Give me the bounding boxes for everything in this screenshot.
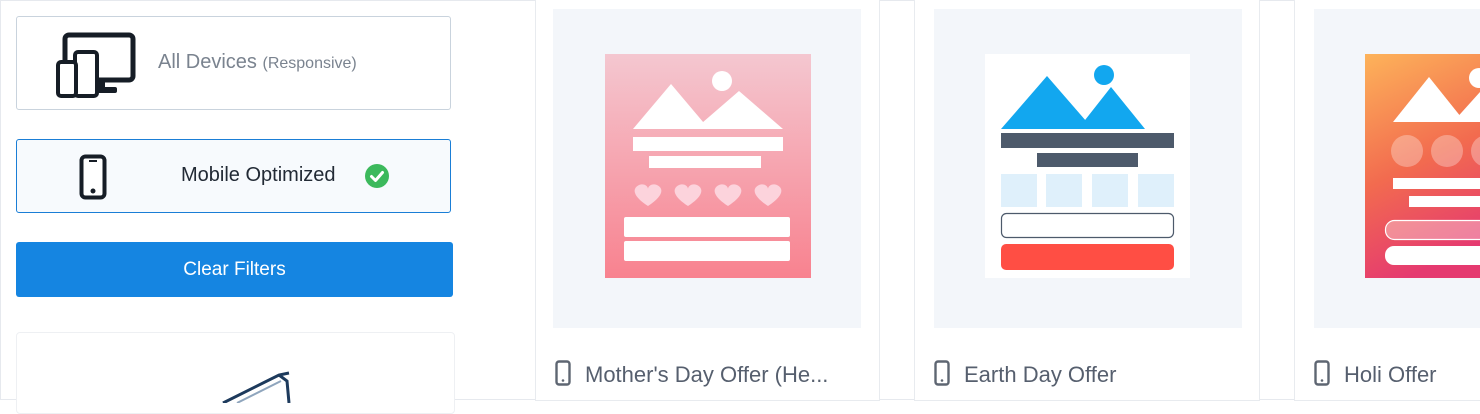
- mobile-phone-icon: [79, 154, 107, 200]
- filter-label: Mobile Optimized: [181, 164, 336, 187]
- filter-all-devices[interactable]: All Devices (Responsive): [16, 16, 451, 110]
- clear-filters-button[interactable]: Clear Filters: [16, 242, 453, 297]
- template-title[interactable]: Earth Day Offer: [964, 362, 1116, 388]
- filter-label-sub: (Responsive): [262, 55, 356, 72]
- mobile-phone-icon: [1314, 360, 1330, 386]
- template-thumbnail: [605, 54, 811, 278]
- template-card-earth-day[interactable]: Earth Day Offer: [914, 0, 1260, 401]
- template-title[interactable]: Mother's Day Offer (He...: [585, 362, 828, 388]
- laptop-illustration-icon: [217, 369, 297, 403]
- template-card-mothers-day[interactable]: Mother's Day Offer (He...: [535, 0, 880, 401]
- filter-label: All Devices (Responsive): [158, 51, 357, 74]
- devices-icon: [55, 32, 139, 98]
- promo-card: [16, 332, 455, 414]
- mobile-phone-icon: [934, 360, 950, 386]
- mobile-phone-icon: [555, 360, 571, 386]
- check-circle-icon: [365, 164, 389, 188]
- filter-mobile-optimized[interactable]: Mobile Optimized: [16, 139, 451, 213]
- template-preview: [934, 9, 1242, 328]
- template-card-holi[interactable]: Holi Offer: [1294, 0, 1480, 401]
- template-title[interactable]: Holi Offer: [1344, 362, 1437, 388]
- template-thumbnail: [1365, 54, 1480, 278]
- filter-label-main: All Devices: [158, 51, 257, 73]
- template-preview: [553, 9, 861, 328]
- template-thumbnail: [985, 54, 1190, 278]
- template-preview: [1314, 9, 1480, 328]
